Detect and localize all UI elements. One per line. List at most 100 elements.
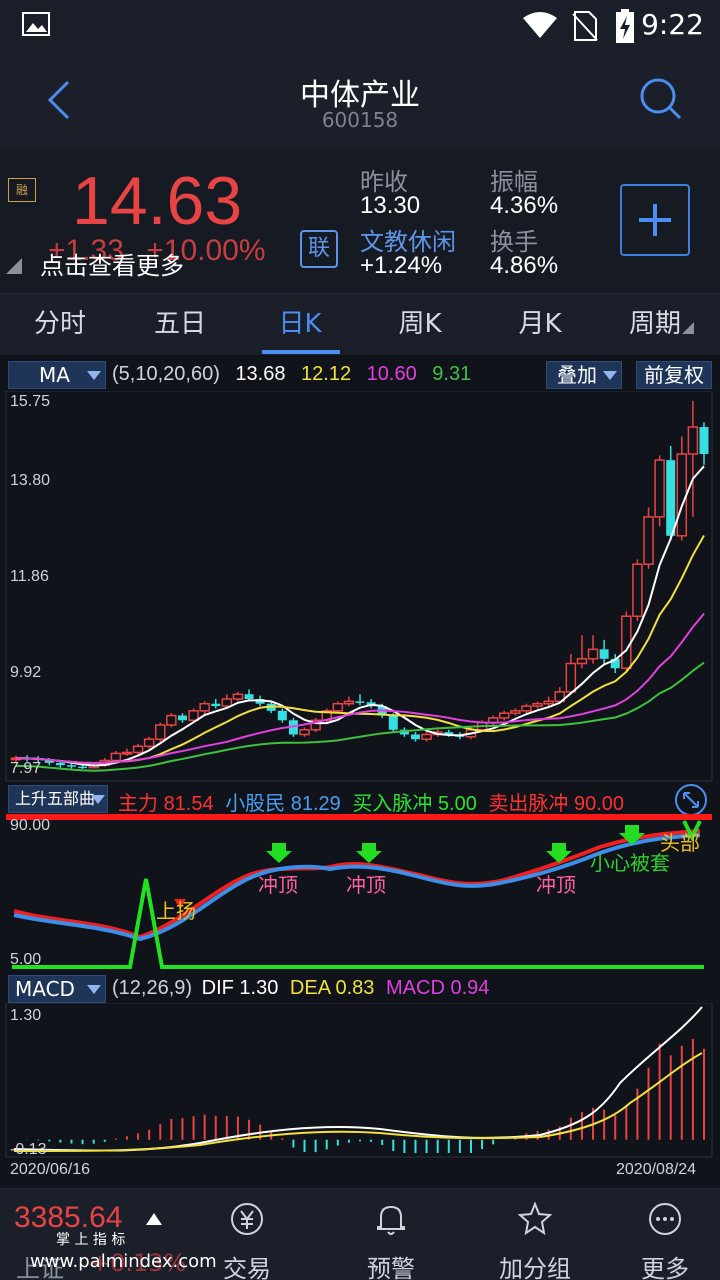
candle-body [510,710,521,714]
ma60-value: 9.31 [432,363,472,385]
kline-chart[interactable] [0,391,720,783]
ma10-value: 12.12 [301,363,352,385]
ma5-value: 13.68 [235,363,286,385]
ma-select[interactable]: MA [8,361,106,389]
overlay-select[interactable]: 叠加 [546,361,622,389]
quote-panel[interactable]: 融 14.63 +1.33 +10.00% 点击查看更多 联 昨收 13.30 … [0,148,720,293]
nav-add-group[interactable]: 加分组 [480,1189,590,1280]
retail-value: 81.29 [290,793,341,815]
candle-body [521,705,532,712]
signal-top: 头部 [660,831,700,855]
tab-five-day[interactable]: 五日 [120,294,240,356]
candle-body [699,427,709,454]
watermark-text: 掌 上 指 标 [56,1232,126,1248]
candle-body [78,766,88,769]
down-arrow-icon [356,843,382,863]
candle-body [532,702,543,707]
corner-arrow-icon [682,322,694,334]
signal-caution: 小心被套 [590,851,670,875]
more-info-hint[interactable]: 点击查看更多 [40,246,184,281]
macd-value: 0.94 [450,977,490,999]
candle-body [155,724,166,740]
macd-legend: (12,26,9) DIF 1.30 DEA 0.83 MACD 0.94 [112,977,489,1000]
indicator-select[interactable]: 上升五部曲 [8,785,108,813]
dif-line [13,1006,703,1152]
tab-weekly-k[interactable]: 周K [360,294,480,356]
indicator-legend: 主力 81.54 小股民 81.29 买入脉冲 5.00 卖出脉冲 90.00 [118,787,624,816]
candle-body [188,710,199,722]
gallery-icon [22,12,50,36]
macd-axis-label: 1.30 [10,1007,42,1024]
candle-body [66,765,76,767]
tab-monthly-k[interactable]: 月K [480,294,600,356]
active-tab-indicator [262,350,340,354]
start-date: 2020/06/16 [10,1161,91,1178]
candle-body [576,658,588,665]
chevron-down-icon [87,985,101,994]
indicator-select-label: 上升五部曲 [15,789,96,808]
dif-value: 1.30 [239,977,279,999]
add-watchlist-button[interactable] [620,184,690,256]
status-bar: 9:22 [0,0,720,52]
candle-body [121,751,133,755]
macd-select[interactable]: MACD [8,975,106,1003]
macd-label: MACD [386,977,445,999]
nav-alert[interactable]: 预警 [336,1189,446,1280]
overlay-label: 叠加 [557,363,597,387]
macd-chart[interactable] [0,1003,720,1159]
buy-pulse-label: 买入脉冲 [352,793,433,815]
candle-body [211,703,221,707]
nav-trade-label: 交易 [223,1255,271,1280]
candle-body [199,702,210,712]
sell-pulse-label: 卖出脉冲 [488,793,569,815]
star-icon [517,1201,553,1236]
candle-body [232,693,244,700]
search-icon[interactable] [638,76,684,122]
tab-intraday[interactable]: 分时 [0,294,120,356]
more-icon [649,1203,681,1235]
dea-value: 0.83 [335,977,375,999]
chart-area[interactable]: MA (5,10,20,60) 13.68 12.12 10.60 9.31 叠… [0,355,720,1185]
price-axis-label: 13.80 [10,472,51,489]
sell-pulse-value: 90.00 [574,793,625,815]
candle-body [632,563,643,617]
candle-body [277,710,287,721]
indicator-axis-label: 90.00 [10,817,51,834]
candle-body [221,698,233,707]
nav-alert-label: 预警 [367,1255,415,1280]
ma10-line [15,535,705,765]
last-price: 14.63 [72,163,243,239]
dif-label: DIF [201,977,234,999]
main-force-label: 主力 [118,793,158,815]
nav-trade[interactable]: 交易 [192,1189,302,1280]
candle-body [421,733,432,740]
candle-body [166,714,177,726]
chevron-down-icon [91,795,105,804]
macd-histogram [26,1038,705,1153]
site-watermark: www.palmindex.com [30,1251,217,1272]
candle-body [388,715,398,730]
turnover-value: 4.86% [490,252,559,279]
signal-peak: 冲顶 [258,873,298,897]
retail-label: 小股民 [225,793,286,815]
indicator-axis-label: 5.00 [10,951,42,968]
tab-daily-k[interactable]: 日K [240,294,360,356]
price-axis-label: 9.92 [10,664,42,681]
signal-peak: 冲顶 [346,873,386,897]
end-date: 2020/08/24 [616,1161,697,1178]
candle-body [621,615,632,669]
fullscreen-icon[interactable] [674,783,708,817]
candle-body [666,460,676,536]
adjust-button[interactable]: 前复权 [636,361,712,389]
period-tabs: 分时 五日 日K 周K 月K 周期 [0,293,720,355]
bell-icon [377,1205,405,1235]
nav-more[interactable]: 更多 [610,1189,720,1280]
related-button[interactable]: 联 [300,230,338,268]
nav-more-label: 更多 [641,1255,689,1280]
candle-body [143,738,155,748]
down-arrow-icon [266,843,292,863]
candle-body [543,700,554,705]
ma-select-label: MA [39,363,70,387]
macd-axis-label: -0.13 [10,1141,47,1158]
ma-params: (5,10,20,60) [112,363,220,385]
